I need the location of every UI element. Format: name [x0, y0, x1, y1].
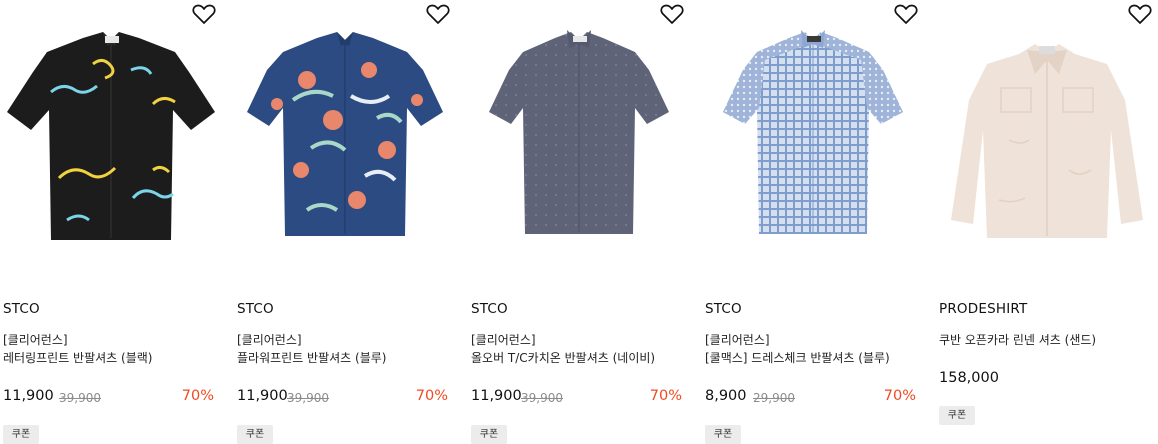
- price-row: 11,900 39,900 70%: [3, 388, 214, 410]
- product-card[interactable]: STCO [클리어런스] 올오버 T/C카치온 반팔셔츠 (네이비) 11,90…: [471, 0, 687, 444]
- product-grid: STCO [클리어런스] 레터링프린트 반팔셔츠 (블랙) 11,900 39,…: [0, 0, 1158, 444]
- price-row: 8,900 29,900 70%: [705, 388, 916, 410]
- product-image[interactable]: [3, 0, 219, 270]
- wishlist-heart-icon[interactable]: [426, 3, 450, 25]
- price-row: 11,900 39,900 70%: [471, 388, 682, 410]
- wishlist-heart-icon[interactable]: [894, 3, 918, 25]
- product-tag[interactable]: [클리어런스]: [705, 331, 770, 348]
- product-image[interactable]: [939, 0, 1155, 270]
- coupon-badge: 쿠폰: [471, 425, 507, 444]
- product-name[interactable]: 올오버 T/C카치온 반팔셔츠 (네이비): [471, 349, 655, 366]
- coupon-badge: 쿠폰: [237, 425, 273, 444]
- original-price: 39,900: [287, 391, 329, 405]
- wishlist-heart-icon[interactable]: [1128, 3, 1152, 25]
- price-row: 11,900 39,900 70%: [237, 388, 448, 410]
- sale-price: 158,000: [939, 370, 999, 386]
- discount-rate: 70%: [415, 388, 448, 404]
- product-brand[interactable]: PRODESHIRT: [939, 301, 1027, 317]
- product-image[interactable]: [237, 0, 453, 270]
- sale-price: 11,900: [3, 388, 54, 404]
- discount-rate: 70%: [181, 388, 214, 404]
- product-image[interactable]: [705, 0, 921, 270]
- sale-price: 11,900: [237, 388, 288, 404]
- product-card[interactable]: STCO [클리어런스] [쿨맥스] 드레스체크 반팔셔츠 (블루) 8,900…: [705, 0, 921, 444]
- original-price: 29,900: [753, 391, 795, 405]
- product-tag[interactable]: [클리어런스]: [3, 331, 68, 348]
- coupon-badge: 쿠폰: [3, 425, 39, 444]
- wishlist-heart-icon[interactable]: [192, 3, 216, 25]
- coupon-badge: 쿠폰: [705, 425, 741, 444]
- product-card[interactable]: STCO [클리어런스] 레터링프린트 반팔셔츠 (블랙) 11,900 39,…: [3, 0, 219, 444]
- product-image[interactable]: [471, 0, 687, 270]
- sale-price: 11,900: [471, 388, 522, 404]
- product-card[interactable]: PRODESHIRT 쿠반 오픈카라 린넨 셔츠 (샌드) 158,000 쿠폰: [939, 0, 1155, 444]
- wishlist-heart-icon[interactable]: [660, 3, 684, 25]
- product-tag[interactable]: [클리어런스]: [237, 331, 302, 348]
- sale-price: 8,900: [705, 388, 747, 404]
- product-name[interactable]: 레터링프린트 반팔셔츠 (블랙): [3, 349, 152, 366]
- product-card[interactable]: STCO [클리어런스] 플라워프린트 반팔셔츠 (블루) 11,900 39,…: [237, 0, 453, 444]
- product-tag[interactable]: [클리어런스]: [471, 331, 536, 348]
- discount-rate: 70%: [649, 388, 682, 404]
- original-price: 39,900: [59, 391, 101, 405]
- original-price: 39,900: [521, 391, 563, 405]
- price-row: 158,000: [939, 370, 1150, 392]
- product-brand[interactable]: STCO: [3, 301, 40, 317]
- product-brand[interactable]: STCO: [471, 301, 508, 317]
- product-brand[interactable]: STCO: [237, 301, 274, 317]
- product-name[interactable]: 쿠반 오픈카라 린넨 셔츠 (샌드): [939, 331, 1096, 348]
- product-name[interactable]: 플라워프린트 반팔셔츠 (블루): [237, 349, 386, 366]
- discount-rate: 70%: [883, 388, 916, 404]
- coupon-badge: 쿠폰: [939, 406, 975, 425]
- product-name[interactable]: [쿨맥스] 드레스체크 반팔셔츠 (블루): [705, 349, 890, 366]
- product-brand[interactable]: STCO: [705, 301, 742, 317]
